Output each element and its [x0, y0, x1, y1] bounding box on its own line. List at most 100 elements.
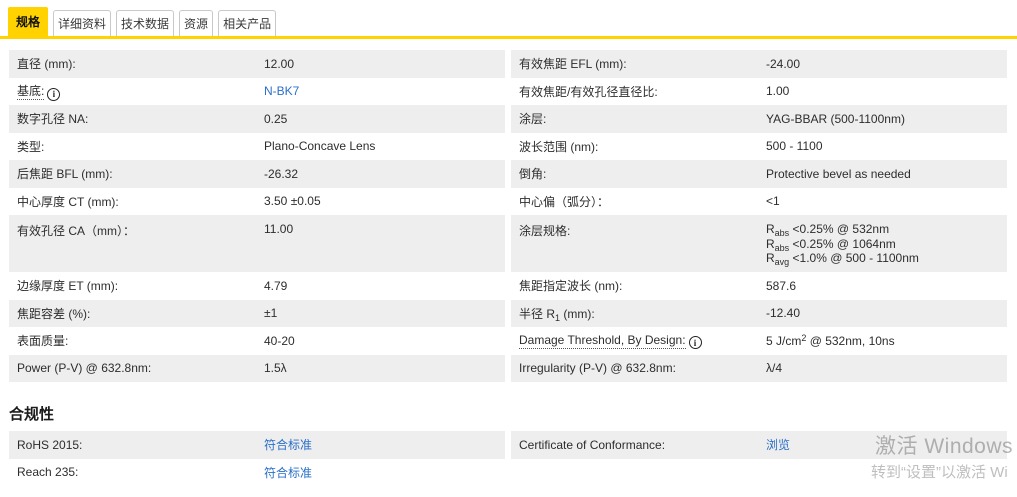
- spec-label: 焦距容差 (%):: [17, 306, 91, 321]
- compliance-table: RoHS 2015: 符合标准 Reach 235: 符合标准 Certific…: [9, 431, 1008, 486]
- certificate-browse-link[interactable]: 浏览: [766, 438, 790, 452]
- spec-row-coating: 涂层: YAG-BBAR (500-1100nm): [511, 105, 1007, 133]
- compliance-value: 符合标准: [264, 464, 505, 481]
- spec-label: 基底: i: [9, 82, 264, 101]
- compliance-label: Certificate of Conformance:: [519, 437, 666, 452]
- spec-label: 表面质量:: [17, 334, 69, 349]
- spec-row-ca: 有效孔径 CA（mm）： 11.00: [9, 215, 505, 272]
- spec-value: 4.79: [264, 278, 288, 293]
- spec-value: 1.5λ: [264, 361, 287, 376]
- tab-technical-data[interactable]: 技术数据: [116, 10, 175, 36]
- spec-row-wavelength-range: 波长范围 (nm): 500 - 1100: [511, 133, 1007, 161]
- compliance-column-right: Certificate of Conformance: 浏览: [511, 431, 1007, 486]
- spec-column-right: 有效焦距 EFL (mm): -24.00 有效焦距/有效孔径直径比: 1.00…: [511, 50, 1007, 382]
- spec-value: N-BK7: [264, 84, 505, 98]
- spec-value: ±1: [264, 306, 278, 321]
- spec-row-surface-quality: 表面质量: 40-20: [9, 327, 505, 355]
- spec-value: 12.00: [264, 56, 295, 71]
- spec-value: -12.40: [766, 306, 801, 321]
- spec-row-centration: 中心偏（弧分）： <1: [511, 188, 1007, 216]
- spec-value: <1: [766, 194, 780, 209]
- spec-row-damage-threshold: Damage Threshold, By Design: i 5 J/cm2 @ …: [511, 327, 1007, 355]
- spec-label: 后焦距 BFL (mm):: [17, 167, 113, 182]
- compliance-column-left: RoHS 2015: 符合标准 Reach 235: 符合标准: [9, 431, 505, 486]
- tab-resources[interactable]: 资源: [179, 10, 214, 36]
- spec-label: 焦距指定波长 (nm):: [519, 279, 623, 294]
- spec-row-bfl: 后焦距 BFL (mm): -26.32: [9, 160, 505, 188]
- spec-row-coating-spec: 涂层规格: Rabs <0.25% @ 532nm Rabs <0.25% @ …: [511, 215, 1007, 272]
- spec-row-ct: 中心厚度 CT (mm): 3.50 ±0.05: [9, 188, 505, 216]
- compliance-label: Reach 235:: [17, 465, 79, 480]
- spec-label: 倒角:: [519, 167, 547, 182]
- spec-label: 波长范围 (nm):: [519, 139, 599, 154]
- coating-spec-line: Ravg <1.0% @ 500 - 1100nm: [766, 251, 919, 267]
- compliance-heading: 合规性: [9, 406, 55, 423]
- tab-underline: [0, 36, 1017, 39]
- info-icon[interactable]: i: [47, 87, 61, 101]
- tooltip-label: Damage Threshold, By Design:: [519, 332, 686, 349]
- spec-row-na: 数字孔径 NA: 0.25: [9, 105, 505, 133]
- spec-value: Protective bevel as needed: [766, 166, 911, 181]
- spec-value: 587.6: [766, 278, 797, 293]
- spec-row-fnumber: 有效焦距/有效孔径直径比: 1.00: [511, 78, 1007, 106]
- spec-row-efl: 有效焦距 EFL (mm): -24.00: [511, 50, 1007, 78]
- spec-label: 涂层:: [519, 112, 547, 127]
- spec-label: 直径 (mm):: [17, 57, 76, 72]
- spec-value: λ/4: [766, 361, 783, 376]
- spec-value: 1.00: [766, 84, 790, 99]
- spec-label: 数字孔径 NA:: [17, 112, 89, 127]
- spec-value: 500 - 1100: [766, 139, 823, 154]
- spec-label: 边缘厚度 ET (mm):: [17, 279, 119, 294]
- compliance-row-rohs: RoHS 2015: 符合标准: [9, 431, 505, 459]
- reach-compliant-link[interactable]: 符合标准: [264, 466, 312, 480]
- coating-spec-line: Rabs <0.25% @ 532nm: [766, 222, 890, 238]
- compliance-row-certificate: Certificate of Conformance: 浏览: [511, 431, 1007, 459]
- info-icon[interactable]: i: [688, 336, 702, 349]
- spec-label: 中心厚度 CT (mm):: [17, 194, 119, 209]
- spec-label: Power (P-V) @ 632.8nm:: [17, 361, 152, 376]
- spec-value: Plano-Concave Lens: [264, 139, 376, 154]
- spec-row-design-wavelength: 焦距指定波长 (nm): 587.6: [511, 272, 1007, 300]
- compliance-label: RoHS 2015:: [17, 437, 83, 452]
- spec-row-focal-tolerance: 焦距容差 (%): ±1: [9, 299, 505, 327]
- spec-label: 有效孔径 CA（mm）：: [17, 224, 135, 238]
- rohs-compliant-link[interactable]: 符合标准: [264, 438, 312, 452]
- spec-column-left: 直径 (mm): 12.00 基底: i N-BK7 数字孔径 NA: 0.25 …: [9, 50, 505, 382]
- spec-row-et: 边缘厚度 ET (mm): 4.79: [9, 272, 505, 300]
- coating-spec-line: Rabs <0.25% @ 1064nm: [766, 236, 896, 253]
- spec-row-irregularity: Irregularity (P-V) @ 632.8nm: λ/4: [511, 354, 1007, 382]
- spec-label: Damage Threshold, By Design: i: [511, 332, 766, 349]
- spec-label: 半径 R1 (mm):: [519, 306, 595, 323]
- spec-label: 类型:: [17, 139, 45, 154]
- tab-bar: 规格 详细资料 技术数据 资源 相关产品: [0, 0, 1017, 36]
- spec-label: Irregularity (P-V) @ 632.8nm:: [519, 361, 676, 376]
- spec-value: 0.25: [264, 111, 288, 126]
- spec-label: 有效焦距/有效孔径直径比:: [519, 84, 658, 99]
- tooltip-label: 基底:: [17, 84, 45, 100]
- spec-row-diameter: 直径 (mm): 12.00: [9, 50, 505, 78]
- tab-details[interactable]: 详细资料: [53, 10, 112, 36]
- spec-value: 40-20: [264, 333, 295, 348]
- spec-label: 中心偏（弧分）：: [519, 194, 610, 209]
- spec-row-power: Power (P-V) @ 632.8nm: 1.5λ: [9, 354, 505, 382]
- spec-row-bevel: 倒角: Protective bevel as needed: [511, 160, 1007, 188]
- spec-value: YAG-BBAR (500-1100nm): [766, 111, 905, 126]
- spec-label: 涂层规格:: [519, 224, 571, 238]
- spec-row-substrate: 基底: i N-BK7: [9, 78, 505, 106]
- spec-value: -24.00: [766, 56, 801, 71]
- spec-value: -26.32: [264, 166, 299, 181]
- spec-value: 3.50 ±0.05: [264, 194, 321, 209]
- spec-row-radius: 半径 R1 (mm): -12.40: [511, 299, 1007, 327]
- spec-value: 11.00: [264, 222, 294, 236]
- tab-specs[interactable]: 规格: [8, 7, 49, 36]
- spec-value: 5 J/cm2 @ 532nm, 10ns: [766, 332, 895, 348]
- compliance-value: 符合标准: [264, 436, 505, 453]
- tab-related-products[interactable]: 相关产品: [218, 10, 277, 36]
- spec-table: 直径 (mm): 12.00 基底: i N-BK7 数字孔径 NA: 0.25 …: [9, 50, 1008, 382]
- spec-label: 有效焦距 EFL (mm):: [519, 57, 627, 72]
- substrate-link[interactable]: N-BK7: [264, 84, 299, 98]
- spec-row-type: 类型: Plano-Concave Lens: [9, 133, 505, 161]
- compliance-value: 浏览: [766, 436, 1007, 453]
- spec-value: Rabs <0.25% @ 532nm Rabs <0.25% @ 1064nm…: [766, 215, 1007, 267]
- compliance-row-reach: Reach 235: 符合标准: [9, 459, 505, 487]
